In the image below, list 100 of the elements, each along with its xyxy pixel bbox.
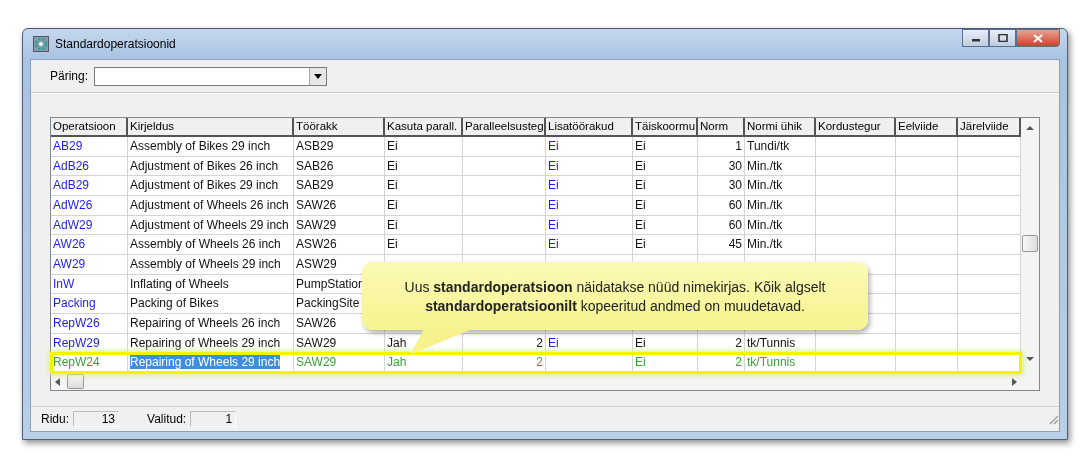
table-cell: SAB29 xyxy=(294,176,385,196)
table-cell: Ei xyxy=(385,137,463,157)
table-cell: SAW29 xyxy=(294,333,385,354)
close-icon xyxy=(1033,33,1043,43)
table-cell[interactable]: Ei xyxy=(546,215,633,236)
table-cell: SAW29 xyxy=(294,353,385,374)
table-cell: Ei xyxy=(633,137,698,157)
table-cell: Min./tk xyxy=(745,196,816,216)
table-cell[interactable]: Ei xyxy=(546,156,633,177)
table-cell[interactable]: Packing xyxy=(51,294,128,315)
column-header[interactable]: Operatsioon xyxy=(51,118,128,137)
table-cell: Ei xyxy=(385,196,463,216)
column-header[interactable]: Lisatöörakud xyxy=(546,118,633,137)
table-cell: SAB26 xyxy=(294,156,385,177)
table-cell: Min./tk xyxy=(745,156,816,177)
table-cell: Assembly of Wheels 26 inch xyxy=(128,235,294,255)
table-cell: Ei xyxy=(633,196,698,216)
table-cell: 2 xyxy=(463,333,546,354)
table-cell: 60 xyxy=(698,196,745,216)
query-label: Päring: xyxy=(50,69,89,83)
column-header[interactable]: Normi ühik xyxy=(745,118,816,137)
window-title: Standardoperatsioonid xyxy=(55,37,176,51)
table-cell: Adjustment of Wheels 29 inch xyxy=(128,215,294,236)
table-cell[interactable]: AdB29 xyxy=(51,176,128,196)
table-cell: Ei xyxy=(633,333,698,354)
scroll-thumb[interactable] xyxy=(67,374,84,390)
table-cell xyxy=(896,215,958,236)
table-cell[interactable]: AB29 xyxy=(51,137,128,157)
scroll-thumb[interactable] xyxy=(1022,235,1038,252)
table-cell: tk/Tunnis xyxy=(745,333,816,354)
left-arrow-icon xyxy=(55,377,61,386)
column-header[interactable]: Kirjeldus xyxy=(128,118,294,137)
table-cell: Ei xyxy=(385,156,463,177)
table-cell: Repairing of Wheels 29 inch xyxy=(128,333,294,354)
table-cell xyxy=(896,235,958,255)
table-cell: ASB29 xyxy=(294,137,385,157)
vertical-scrollbar[interactable] xyxy=(1021,118,1039,390)
down-arrow-icon xyxy=(1026,356,1034,362)
column-header[interactable]: Täiskoormu xyxy=(633,118,698,137)
resize-grip-icon[interactable] xyxy=(1047,413,1059,425)
table-cell[interactable]: AdB26 xyxy=(51,156,128,177)
gear-icon xyxy=(33,36,49,52)
table-cell[interactable]: Ei xyxy=(546,196,633,216)
table-cell: Inflating of Wheels xyxy=(128,274,294,295)
table-cell xyxy=(896,274,958,295)
table-cell: 1 xyxy=(698,137,745,157)
table-cell xyxy=(896,137,958,157)
table-cell: Ei xyxy=(633,215,698,236)
table-cell[interactable]: AW26 xyxy=(51,235,128,255)
table-cell: 2 xyxy=(463,353,546,374)
table-cell xyxy=(896,156,958,177)
maximize-button[interactable] xyxy=(989,29,1016,47)
table-cell: 60 xyxy=(698,215,745,236)
table-cell[interactable]: RepW29 xyxy=(51,333,128,354)
table-cell xyxy=(896,255,958,275)
table-cell: Packing of Bikes xyxy=(128,294,294,315)
column-header[interactable]: Norm xyxy=(698,118,745,137)
table-cell[interactable]: RepW26 xyxy=(51,314,128,334)
table-cell: Min./tk xyxy=(745,176,816,196)
table-cell[interactable]: InW xyxy=(51,274,128,295)
table-cell: Min./tk xyxy=(745,215,816,236)
table-cell: Ei xyxy=(633,353,698,374)
table-cell: 30 xyxy=(698,156,745,177)
close-button[interactable] xyxy=(1016,29,1060,47)
table-cell[interactable]: AdW26 xyxy=(51,196,128,216)
row-count-label: Ridu: xyxy=(41,412,69,426)
table-cell: Assembly of Wheels 29 inch xyxy=(128,255,294,275)
table-cell: Ei xyxy=(633,176,698,196)
table-cell[interactable]: AdW29 xyxy=(51,215,128,236)
minimize-button[interactable] xyxy=(962,29,989,47)
table-cell[interactable]: AW29 xyxy=(51,255,128,275)
table-cell xyxy=(896,176,958,196)
table-cell: Ei xyxy=(633,235,698,255)
column-header[interactable]: Paralleelsusteg xyxy=(463,118,546,137)
table-cell: Ei xyxy=(385,176,463,196)
table-cell[interactable]: Ei xyxy=(546,137,633,157)
column-header[interactable]: Töörakk xyxy=(294,118,385,137)
table-cell[interactable]: Ei xyxy=(546,176,633,196)
table-cell: Adjustment of Bikes 26 inch xyxy=(128,156,294,177)
column-header[interactable]: Kasuta parall. xyxy=(385,118,463,137)
table-cell xyxy=(896,314,958,334)
table-cell: SAW29 xyxy=(294,215,385,236)
maximize-icon xyxy=(997,34,1008,42)
table-cell: 45 xyxy=(698,235,745,255)
table-cell xyxy=(896,196,958,216)
table-cell: Assembly of Bikes 29 inch xyxy=(128,137,294,157)
query-dropdown[interactable] xyxy=(94,66,328,86)
table-cell: Tundi/tk xyxy=(745,137,816,157)
column-header[interactable]: Kordustegur xyxy=(816,118,896,137)
callout-text: Uus standardoperatsioon näidatakse nüüd nimekirjas. Kõik algselt xyxy=(404,278,826,295)
table-cell[interactable]: Ei xyxy=(546,333,633,354)
selected-count-value: 1 xyxy=(190,411,237,427)
up-arrow-icon xyxy=(1026,125,1034,131)
callout-pointer xyxy=(410,329,472,355)
table-cell: Ei xyxy=(633,156,698,177)
selected-row[interactable]: RepW24 Repairing of Wheels 29 inch SAW29 Jah 2 Ei 2 tk/Tunnis xyxy=(51,353,1021,374)
table-cell xyxy=(896,294,958,315)
column-header[interactable]: Eelviide xyxy=(896,118,958,137)
table-cell: tk/Tunnis xyxy=(745,353,816,374)
table-cell[interactable]: Ei xyxy=(546,235,633,255)
